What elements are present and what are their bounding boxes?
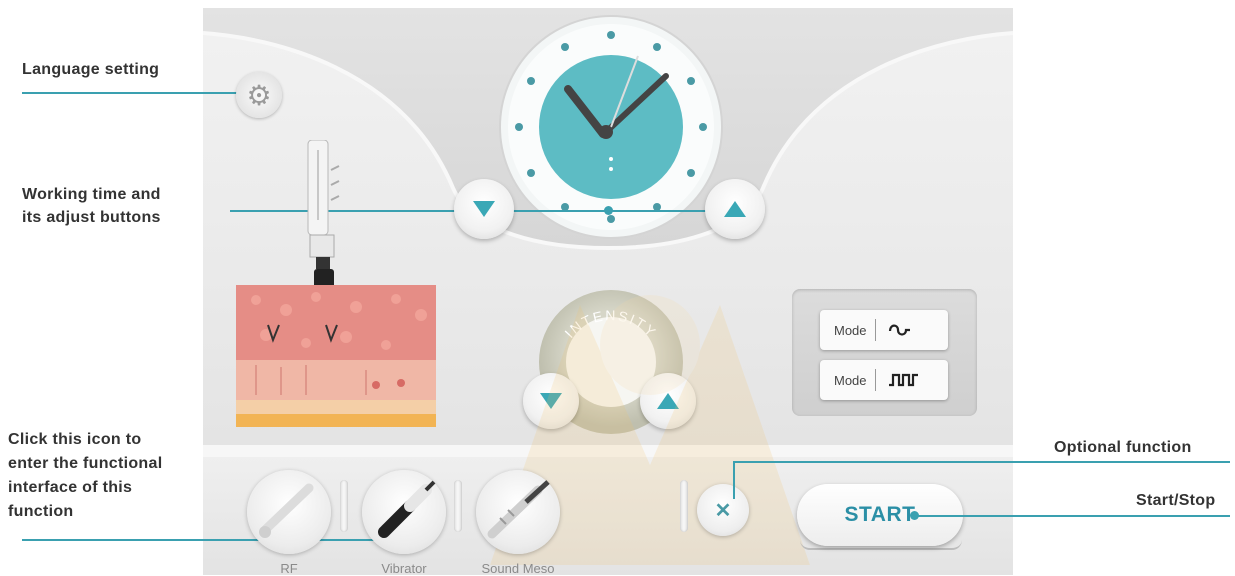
optional-function-button[interactable]: ✕: [697, 484, 749, 536]
time-increase-button[interactable]: [705, 179, 765, 239]
rf-tool-label: RF: [280, 561, 298, 576]
handpiece-illustration: [307, 140, 340, 289]
vibrator-tool-label: Vibrator: [381, 561, 427, 576]
language-setting-label: Language setting: [22, 61, 160, 78]
time-decrease-button[interactable]: [454, 179, 514, 239]
tool-divider: [680, 480, 688, 532]
vibrator-tool-button[interactable]: [362, 470, 446, 554]
start-stop-lead-dot: [910, 511, 919, 520]
working-time-lead-dot: [604, 206, 613, 215]
mode-divider: [874, 369, 876, 391]
tool-divider: [340, 480, 348, 532]
close-icon: ✕: [714, 499, 732, 522]
triangle-up-icon: [724, 201, 746, 217]
skin-cross-section-illustration: [236, 285, 436, 427]
square-wave-icon: [888, 373, 918, 387]
language-lead-line: [22, 92, 258, 94]
click-icon-label-2: enter the functional: [8, 455, 163, 472]
start-stop-label: Start/Stop: [1136, 492, 1216, 509]
sound-meso-handpiece-icon: [487, 480, 550, 539]
optional-function-label: Optional function: [1054, 439, 1192, 456]
click-icon-lead-line: [22, 539, 410, 541]
working-time-label-1: Working time and: [22, 186, 161, 203]
vibrator-handpiece-icon: [378, 480, 436, 538]
mode-divider: [874, 319, 876, 341]
sound-meso-tool-button[interactable]: [476, 470, 560, 554]
click-icon-label-4: function: [8, 503, 74, 520]
rf-handpiece-icon: [259, 483, 314, 538]
triangle-down-icon: [473, 201, 495, 217]
sound-meso-tool-label: Sound Meso: [481, 561, 555, 576]
click-icon-label-1: Click this icon to: [8, 431, 142, 448]
sine-wave-icon: [888, 324, 910, 336]
optional-lead-line: [733, 461, 1230, 463]
start-stop-lead-line: [914, 515, 1230, 517]
gear-icon[interactable]: ⚙: [236, 72, 282, 118]
optional-lead-connector: [733, 461, 735, 499]
tool-divider: [454, 480, 462, 532]
working-time-label-2: its adjust buttons: [22, 209, 161, 226]
start-label: START: [844, 503, 916, 526]
click-icon-label-3: interface of this: [8, 479, 133, 496]
rf-tool-button[interactable]: [247, 470, 331, 554]
